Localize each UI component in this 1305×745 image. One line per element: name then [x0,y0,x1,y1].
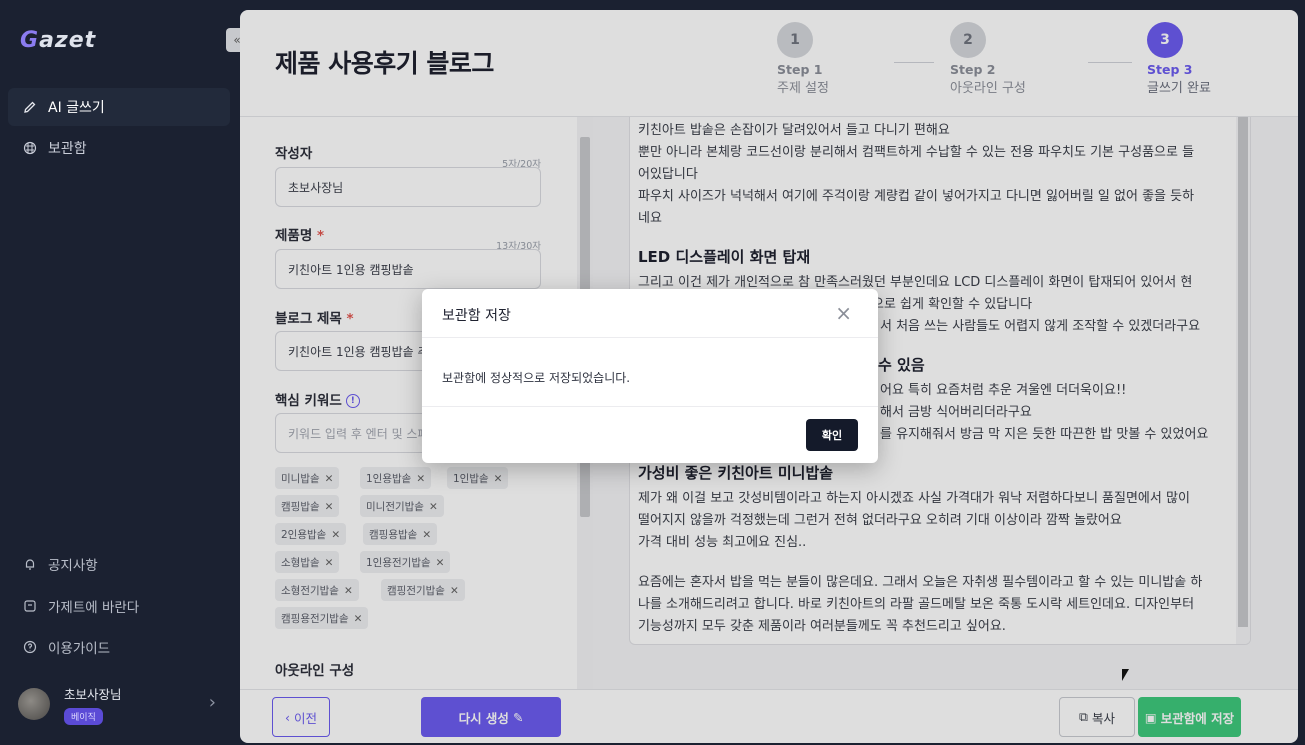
sidebar-item-feedback[interactable]: 가제트에 바란다 [22,596,139,616]
logo-text: azet [39,28,97,53]
close-icon[interactable]: × [835,301,852,325]
sidebar: Gazet AI 글쓰기 보관함 공지사항 가제트에 바란다 이용가이드 초보사… [0,0,238,745]
mouse-cursor-icon [1122,669,1129,681]
sidebar-item-archive[interactable]: 보관함 [8,129,230,167]
sidebar-item-label: 보관함 [48,141,87,157]
confirm-button[interactable]: 확인 [806,419,858,451]
user-profile[interactable]: 초보사장님 베이직 › [18,684,228,728]
logo[interactable]: Gazet [20,28,96,53]
sidebar-item-notice[interactable]: 공지사항 [22,554,98,574]
help-icon [22,639,38,655]
archive-icon [22,140,38,156]
sidebar-item-ai-writing[interactable]: AI 글쓰기 [8,88,230,126]
save-complete-dialog: 보관함 저장 × 보관함에 정상적으로 저장되었습니다. 확인 [422,289,878,463]
bell-icon [22,556,38,572]
feedback-icon [22,598,38,614]
chevron-right-icon: › [208,692,216,713]
sidebar-item-guide[interactable]: 이용가이드 [22,637,110,657]
dialog-divider [422,406,878,407]
logo-mark: G [20,28,40,53]
dialog-title: 보관함 저장 [442,308,511,324]
sidebar-item-label: 이용가이드 [48,641,111,657]
user-name: 초보사장님 [64,687,122,702]
sidebar-item-label: 가제트에 바란다 [48,600,140,616]
plan-badge: 베이직 [64,708,103,725]
pencil-icon [22,99,38,115]
app-root: Gazet AI 글쓰기 보관함 공지사항 가제트에 바란다 이용가이드 초보사… [0,0,1305,745]
sidebar-item-label: 공지사항 [48,558,98,574]
dialog-message: 보관함에 정상적으로 저장되었습니다. [442,371,631,385]
sidebar-item-label: AI 글쓰기 [48,100,105,116]
avatar [18,688,50,720]
dialog-divider [422,337,878,338]
